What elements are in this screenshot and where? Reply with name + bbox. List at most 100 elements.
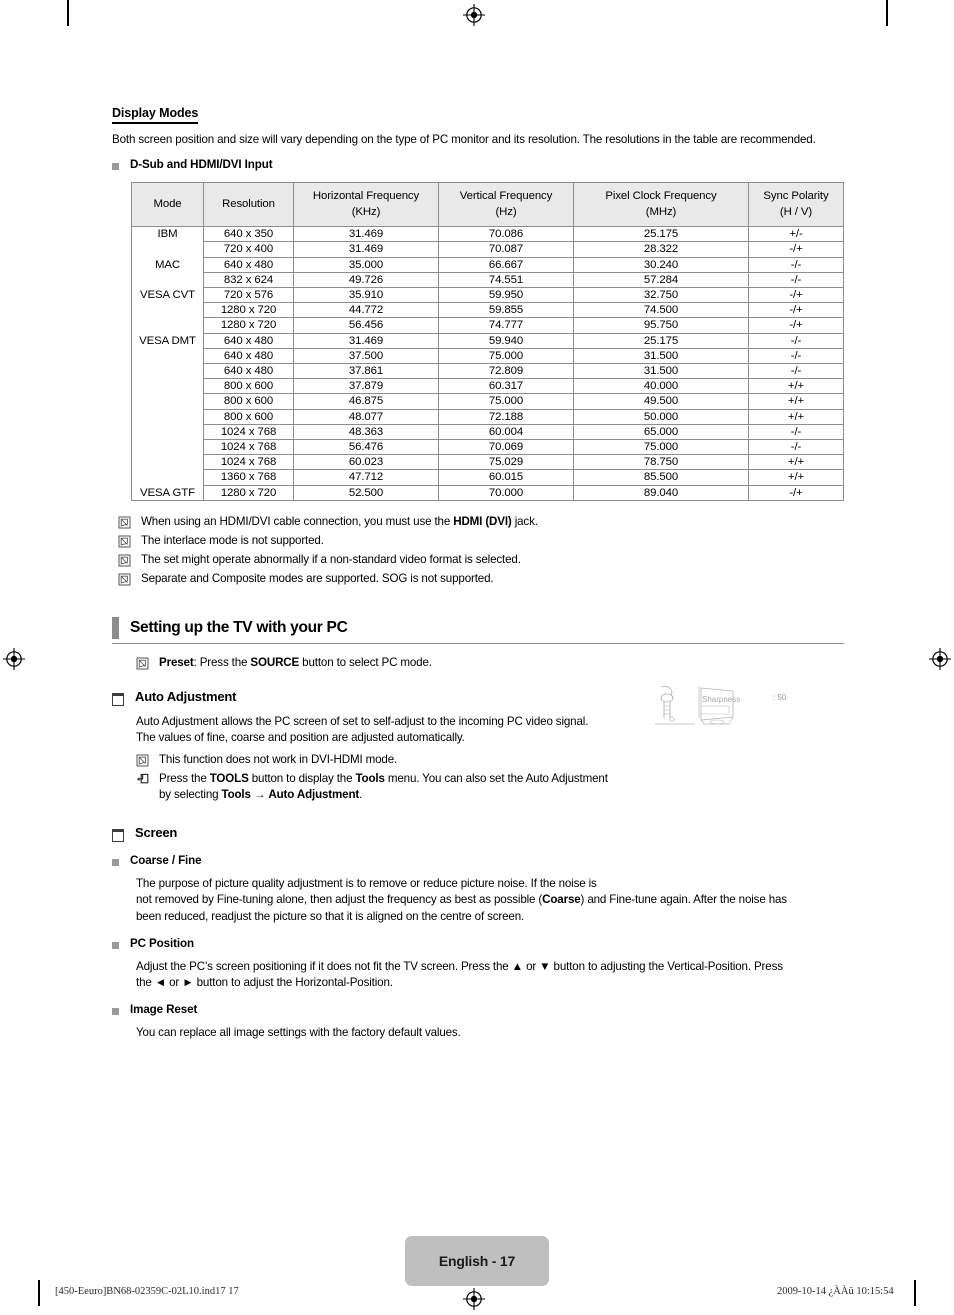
cell-vertical-frequency: 60.317 [438,378,574,395]
cell-resolution: 1360 x 768 [203,469,294,486]
column-header-vertical-frequency: Vertical Frequency (Hz) [438,182,574,228]
cell-mode [131,378,204,394]
cell-pixel-clock: 78.750 [573,454,749,471]
note-text: The interlace mode is not supported. [141,533,324,547]
cell-resolution: 720 x 576 [203,287,294,304]
cell-vertical-frequency: 59.855 [438,302,574,319]
cell-pixel-clock: 28.322 [573,241,749,258]
cell-vertical-frequency: 70.086 [438,226,574,243]
cell-sync-polarity: +/+ [748,454,844,471]
cell-vertical-frequency: 66.667 [438,256,574,273]
table-row: 720 x 400 31.469 70.087 28.322 -/+ [131,241,844,258]
screen-item-pc-position: PC Position [112,937,844,951]
cell-horizontal-frequency: 31.469 [293,332,439,349]
cell-sync-polarity: -/+ [748,241,844,258]
cell-sync-polarity: -/+ [748,317,844,334]
text-line: The purpose of picture quality adjustmen… [136,877,597,891]
setup-section-header: Setting up the TV with your PC [112,616,844,639]
cell-horizontal-frequency: 49.726 [293,271,439,289]
text-line: the ◄ or ► button to adjust the Horizont… [136,976,393,990]
cell-horizontal-frequency: 47.712 [293,469,439,486]
cell-vertical-frequency: 72.809 [438,363,574,380]
auto-adjustment-heading: Auto Adjustment [135,688,237,704]
table-row: 832 x 624 49.726 74.551 57.284 -/- [131,271,844,289]
cell-horizontal-frequency: 35.910 [293,287,439,304]
text-line: not removed by Fine-tuning alone, then a… [136,893,787,907]
cell-vertical-frequency: 59.940 [438,332,574,349]
cell-horizontal-frequency: 31.469 [293,241,439,258]
cell-sync-polarity: +/+ [748,408,844,425]
cell-sync-polarity: -/- [748,423,844,441]
table-row: 1024 x 768 48.363 60.004 65.000 -/- [131,423,844,441]
text-line: You can replace all image settings with … [136,1026,461,1040]
illustration-menu-value: : 50 [773,693,787,702]
table-row: VESA CVT 720 x 576 35.910 59.950 32.750 -/+ [131,287,844,304]
registration-mark-top [463,4,485,26]
cell-resolution: 1280 x 720 [203,317,294,334]
cell-resolution: 640 x 350 [203,226,294,243]
table-row: 800 x 600 37.879 60.317 40.000 +/+ [131,378,844,395]
table-row: VESA GTF 1280 x 720 52.500 70.000 89.040 -/+ [131,484,844,501]
registration-mark-bottom [463,1288,485,1310]
note-row: The set might operate abnormally if a no… [118,552,844,568]
column-header-horizontal-frequency: Horizontal Frequency (KHz) [293,182,439,228]
table-row: IBM 640 x 350 31.469 70.086 25.175 +/- [131,226,844,243]
cell-vertical-frequency: 74.551 [438,271,574,289]
cell-pixel-clock: 85.500 [573,469,749,486]
cell-pixel-clock: 74.500 [573,302,749,319]
cell-horizontal-frequency: 60.023 [293,454,439,471]
registration-mark-left [3,648,25,670]
registration-mark-right [929,648,951,670]
cell-horizontal-frequency: 56.456 [293,317,439,334]
cell-horizontal-frequency: 37.879 [293,378,439,395]
note-icon [118,554,131,567]
cell-sync-polarity: -/+ [748,484,844,501]
cell-mode [131,317,204,334]
cell-sync-polarity: -/- [748,439,844,456]
cell-vertical-frequency: 60.004 [438,423,574,441]
screen-item-label: PC Position [130,936,194,950]
cell-sync-polarity: -/+ [748,302,844,319]
table-row: VESA DMT 640 x 480 31.469 59.940 25.175 -/- [131,332,844,349]
cell-mode: MAC [131,256,204,273]
screen-heading-row: Screen [112,825,844,843]
screen-item-label: Image Reset [130,1003,198,1017]
cell-pixel-clock: 30.240 [573,256,749,273]
cell-sync-polarity: -/- [748,271,844,289]
cell-mode: IBM [131,226,204,242]
note-row: When using an HDMI/DVI cable connection,… [118,514,844,530]
table-row: 640 x 480 37.861 72.809 31.500 -/- [131,363,844,380]
note-row: This function does not work in DVI-HDMI … [136,752,844,768]
note-text: Separate and Composite modes are support… [141,571,494,585]
auto-adjustment-line2: The values of fine, coarse and position … [136,731,465,745]
cell-pixel-clock: 50.000 [573,408,749,425]
cell-resolution: 640 x 480 [203,256,294,273]
cell-pixel-clock: 40.000 [573,378,749,395]
note-text: The set might operate abnormally if a no… [141,552,521,566]
crop-mark-bottom-left [38,1280,40,1306]
cell-mode: VESA DMT [131,332,204,349]
column-header-resolution: Resolution [203,182,294,228]
cell-mode [131,409,204,425]
cell-mode [131,439,204,455]
tools-icon [136,773,149,786]
section-divider [112,642,844,644]
cell-sync-polarity: +/+ [748,393,844,410]
intro-paragraph: Both screen position and size will vary … [112,133,816,146]
print-file-mark: [450-Eeuro]BN68-02359C-02L10.ind17 17 [55,1286,239,1297]
cell-resolution: 800 x 600 [203,378,294,395]
cell-sync-polarity: +/+ [748,378,844,395]
cell-vertical-frequency: 75.000 [438,347,574,365]
note-row: Separate and Composite modes are support… [118,571,844,587]
cell-vertical-frequency: 70.087 [438,241,574,258]
cell-mode [131,272,204,288]
note-icon [136,657,149,670]
column-header-pixel-clock-frequency: Pixel Clock Frequency (MHz) [573,182,749,228]
illustration-menu-label: Sharpness [702,695,740,704]
subsection-label: D-Sub and HDMI/DVI Input [130,158,273,172]
open-square-bullet-icon [112,829,124,843]
note-icon [118,516,131,529]
display-modes-heading: Display Modes [112,104,844,124]
cell-sync-polarity: -/- [748,256,844,273]
crop-mark-top-right [886,0,888,26]
